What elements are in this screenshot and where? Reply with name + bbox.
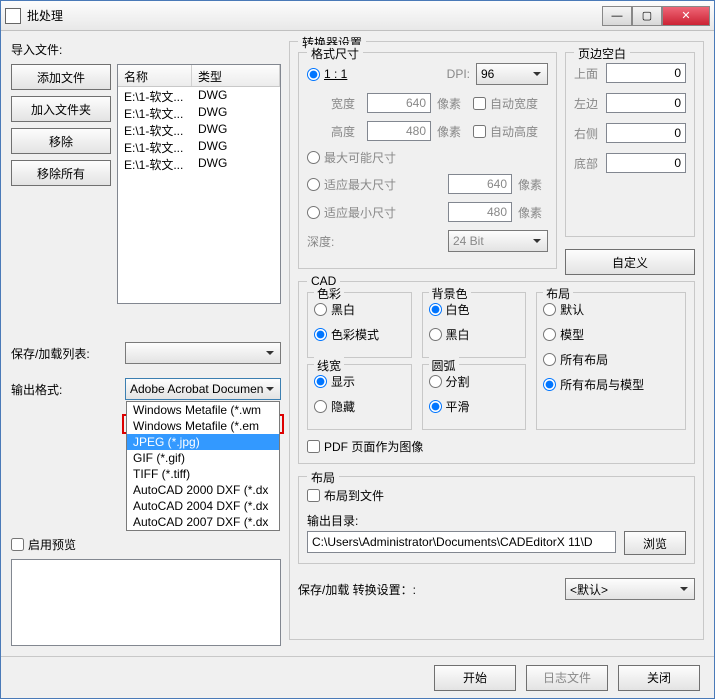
color-bw-radio[interactable]: 黑白 [314, 301, 355, 318]
col-type-header[interactable]: 类型 [192, 65, 280, 86]
close-button[interactable]: ✕ [662, 6, 710, 26]
cad-group: CAD 色彩 黑白 色彩模式 线宽 显示 隐藏 [298, 281, 695, 464]
output-format-dropdown: Windows Metafile (*.wm Windows Metafile … [126, 401, 280, 531]
arc-smooth-radio[interactable]: 平滑 [429, 398, 470, 415]
chevron-down-icon [262, 381, 278, 397]
margins-group: 页边空白 上面 左边 右侧 底部 [565, 52, 695, 237]
fit-min-radio[interactable]: 适应最小尺寸 [307, 204, 396, 221]
dropdown-option[interactable]: AutoCAD 2007 DXF (*.dx [127, 514, 279, 530]
output-format-label: 输出格式: [11, 381, 119, 398]
dropdown-option-selected[interactable]: JPEG (*.jpg) [127, 434, 279, 450]
dpi-combo[interactable]: 96 [476, 63, 548, 85]
dropdown-option[interactable]: AutoCAD 2004 DXF (*.dx [127, 498, 279, 514]
table-row: E:\1-软文...DWG [118, 121, 280, 138]
maximize-button[interactable]: ▢ [632, 6, 662, 26]
margin-left-input[interactable] [606, 93, 686, 113]
saveload-settings-combo[interactable]: <默认> [565, 578, 695, 600]
layout-default-radio[interactable]: 默认 [543, 301, 584, 318]
preview-box [11, 559, 281, 646]
titlebar: 批处理 — ▢ ✕ [1, 1, 714, 31]
table-row: E:\1-软文...DWG [118, 138, 280, 155]
format-size-group: 格式尺寸 1 : 1 DPI: 96 宽度 像素 自动宽度 [298, 52, 557, 269]
saveload-list-combo[interactable] [125, 342, 281, 364]
arc-split-radio[interactable]: 分割 [429, 373, 470, 390]
output-dir-label: 输出目录: [307, 512, 686, 529]
remove-button[interactable]: 移除 [11, 128, 111, 154]
saveload-settings-label: 保存/加载 转换设置：: [298, 581, 559, 598]
remove-all-button[interactable]: 移除所有 [11, 160, 111, 186]
start-button[interactable]: 开始 [434, 665, 516, 691]
height-input[interactable] [367, 121, 431, 141]
margin-right-input[interactable] [606, 123, 686, 143]
auto-height-checkbox[interactable]: 自动高度 [473, 123, 538, 140]
arc-group: 圆弧 分割 平滑 [422, 364, 527, 430]
app-icon [5, 8, 21, 24]
layout-all-radio[interactable]: 所有布局 [543, 351, 608, 368]
chevron-down-icon [262, 345, 278, 361]
dropdown-option[interactable]: GIF (*.gif) [127, 450, 279, 466]
minimize-button[interactable]: — [602, 6, 632, 26]
ratio-1-1-radio[interactable]: 1 : 1 [307, 67, 347, 81]
depth-combo[interactable]: 24 Bit [448, 230, 548, 252]
output-format-combo[interactable]: Adobe Acrobat Documen Windows Metafile (… [125, 378, 281, 400]
customize-button[interactable]: 自定义 [565, 249, 695, 275]
margin-top-input[interactable] [606, 63, 686, 83]
auto-width-checkbox[interactable]: 自动宽度 [473, 95, 538, 112]
enable-preview-checkbox[interactable]: 启用预览 [11, 536, 281, 553]
col-name-header[interactable]: 名称 [118, 65, 192, 86]
linewidth-group: 线宽 显示 隐藏 [307, 364, 412, 430]
add-folder-button[interactable]: 加入文件夹 [11, 96, 111, 122]
color-mode-radio[interactable]: 色彩模式 [314, 326, 379, 343]
layout-model-radio[interactable]: 模型 [543, 326, 584, 343]
chevron-down-icon [676, 581, 692, 597]
bgcolor-group: 背景色 白色 黑白 [422, 292, 527, 358]
color-group: 色彩 黑白 色彩模式 [307, 292, 412, 358]
layout-choice-group: 布局 默认 模型 所有布局 所有布局与模型 [536, 292, 686, 430]
chevron-down-icon [529, 66, 545, 82]
lw-show-radio[interactable]: 显示 [314, 373, 355, 390]
browse-button[interactable]: 浏览 [624, 531, 686, 555]
lw-hide-radio[interactable]: 隐藏 [314, 398, 355, 415]
dropdown-option[interactable]: Windows Metafile (*.em [127, 418, 279, 434]
max-possible-radio[interactable]: 最大可能尺寸 [307, 149, 396, 166]
add-files-button[interactable]: 添加文件 [11, 64, 111, 90]
table-row: E:\1-软文...DWG [118, 155, 280, 172]
table-row: E:\1-软文...DWG [118, 104, 280, 121]
dpi-label: DPI: [447, 67, 470, 81]
dropdown-option[interactable]: AutoCAD 2000 DXF (*.dx [127, 482, 279, 498]
chevron-down-icon [529, 233, 545, 249]
margin-bottom-input[interactable] [606, 153, 686, 173]
width-label: 宽度 [331, 95, 361, 112]
file-table[interactable]: 名称 类型 E:\1-软文...DWG E:\1-软文...DWG E:\1-软… [117, 64, 281, 304]
window: 批处理 — ▢ ✕ 导入文件: 添加文件 加入文件夹 移除 移除所有 名称 类型 [0, 0, 715, 699]
height-label: 高度 [331, 123, 361, 140]
fit-max-radio[interactable]: 适应最大尺寸 [307, 176, 396, 193]
bg-white-radio[interactable]: 白色 [429, 301, 470, 318]
output-dir-input[interactable] [307, 531, 616, 553]
converter-settings-group: 转换器设置 格式尺寸 1 : 1 DPI: 96 宽度 [289, 41, 704, 640]
fit-max-input[interactable] [448, 174, 512, 194]
depth-label: 深度: [307, 233, 355, 250]
footer-bar: 开始 日志文件 关闭 [1, 656, 714, 698]
import-files-label: 导入文件: [11, 41, 281, 58]
pdf-as-image-checkbox[interactable]: PDF 页面作为图像 [307, 438, 686, 455]
fit-min-input[interactable] [448, 202, 512, 222]
bg-black-radio[interactable]: 黑白 [429, 326, 470, 343]
layout-output-group: 布局 布局到文件 输出目录: 浏览 [298, 476, 695, 564]
dropdown-option[interactable]: Windows Metafile (*.wm [127, 402, 279, 418]
width-input[interactable] [367, 93, 431, 113]
log-file-button[interactable]: 日志文件 [526, 665, 608, 691]
table-row: E:\1-软文...DWG [118, 87, 280, 104]
dropdown-option[interactable]: TIFF (*.tiff) [127, 466, 279, 482]
saveload-list-label: 保存/加载列表: [11, 345, 119, 362]
layout-to-file-checkbox[interactable]: 布局到文件 [307, 487, 686, 504]
close-dialog-button[interactable]: 关闭 [618, 665, 700, 691]
window-title: 批处理 [27, 7, 602, 24]
layout-all-model-radio[interactable]: 所有布局与模型 [543, 376, 644, 393]
